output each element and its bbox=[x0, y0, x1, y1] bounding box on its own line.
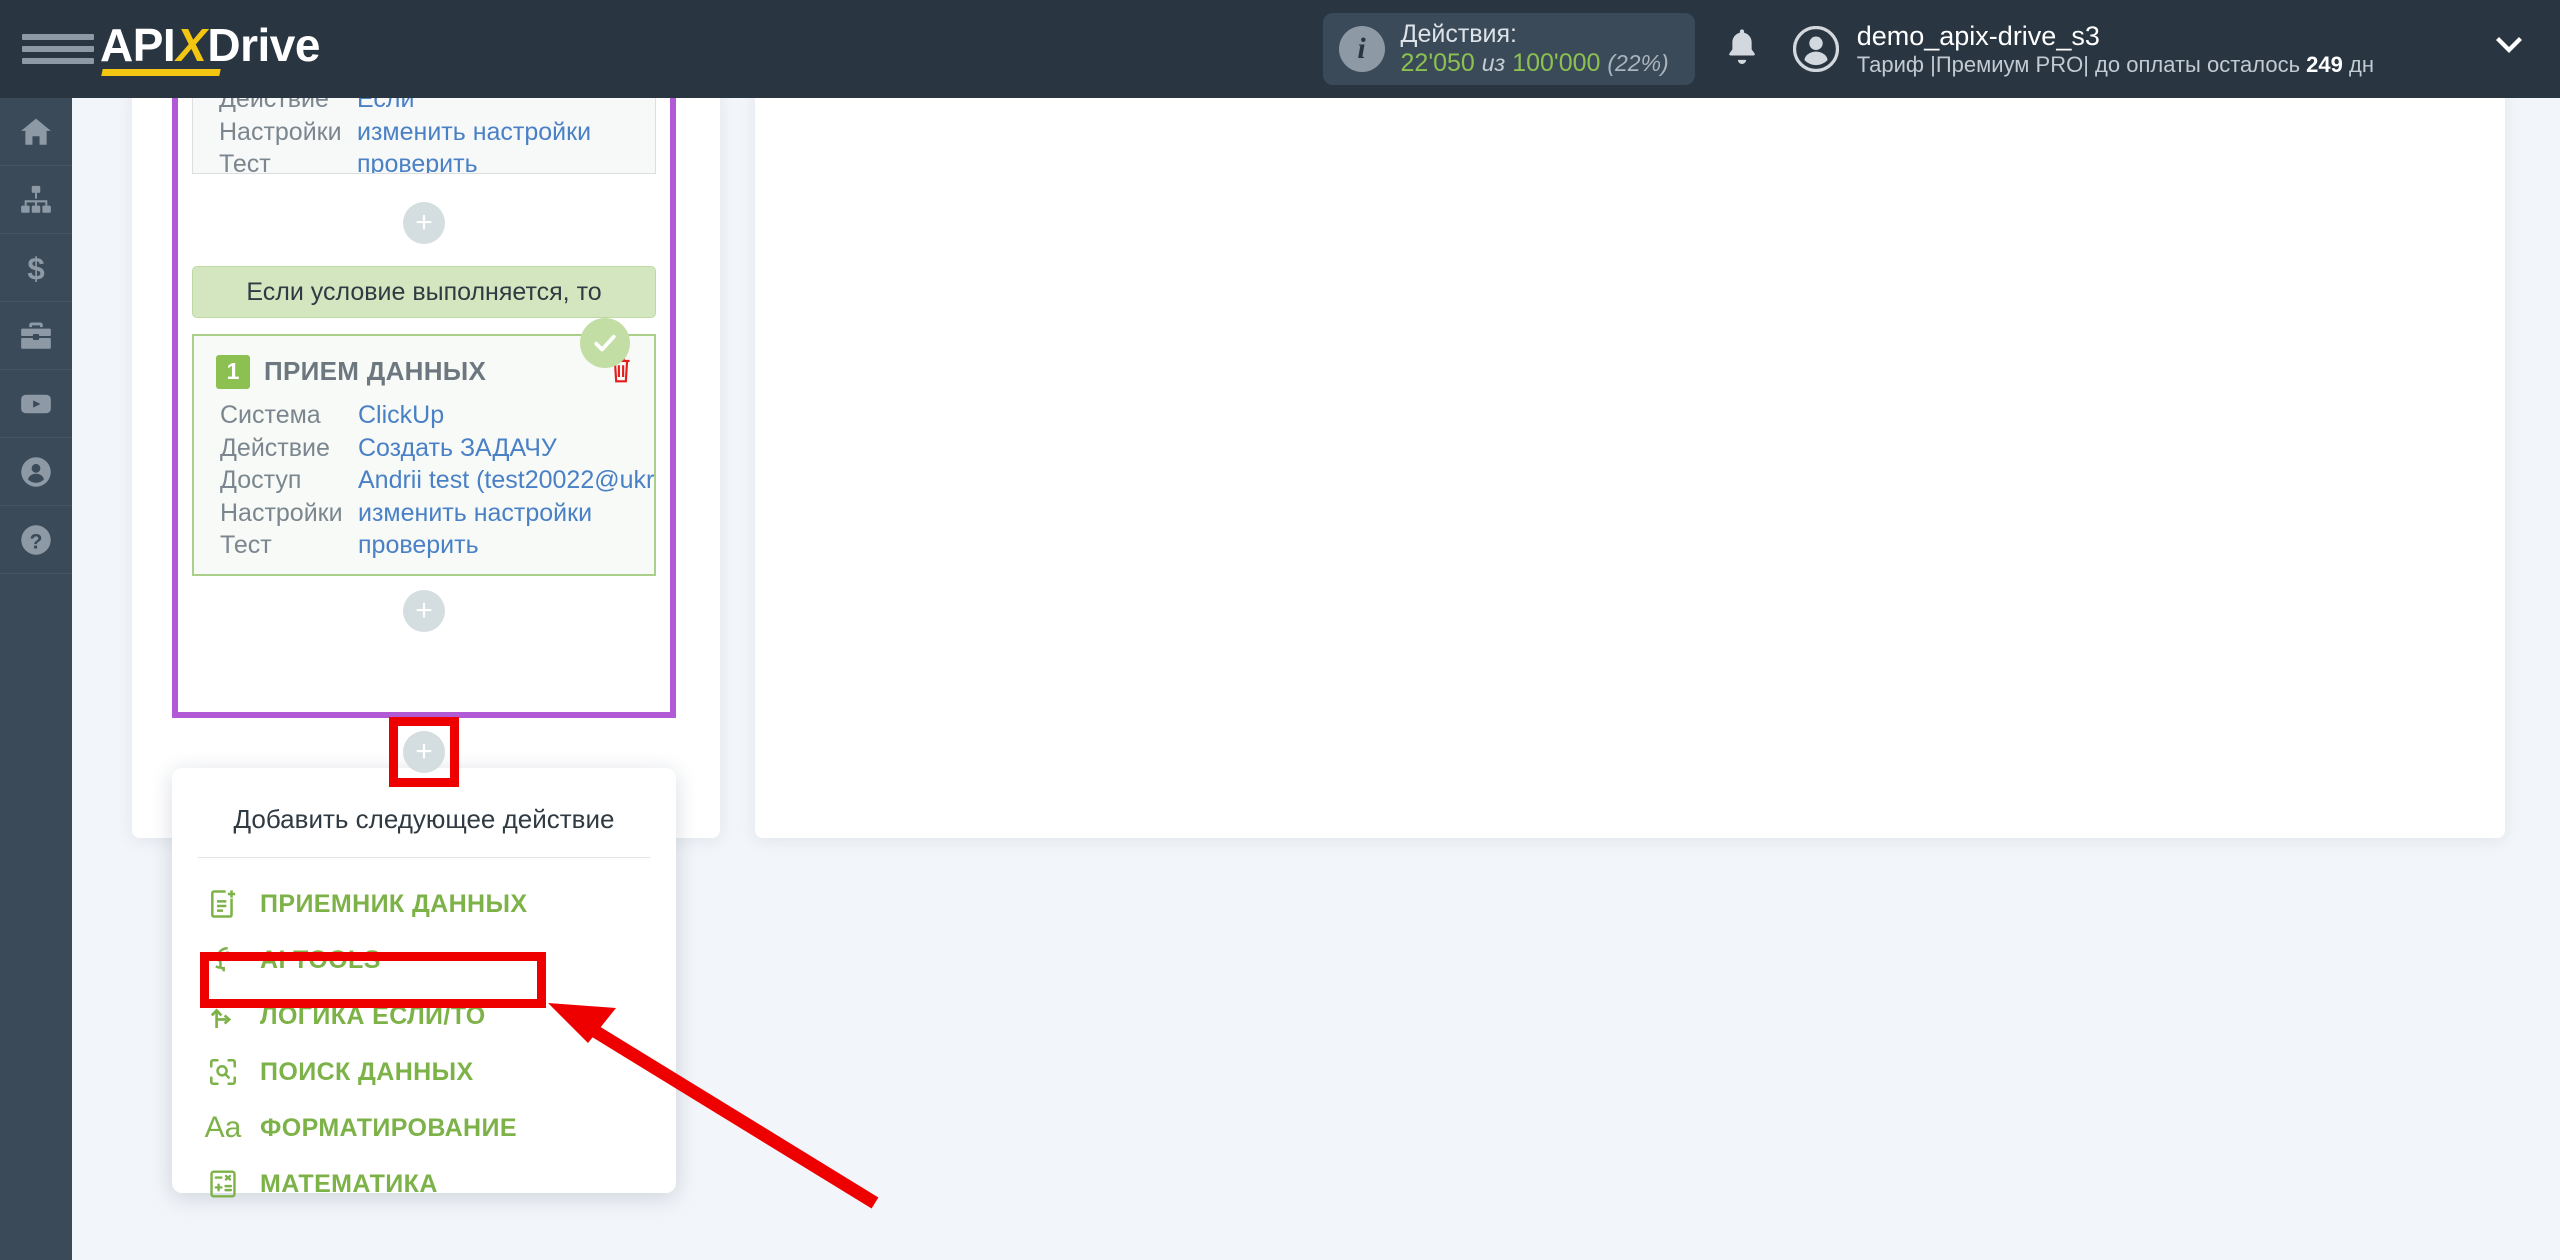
logo-part-1: API bbox=[100, 19, 176, 71]
top-bar: API X Drive i Действия: 22'050 из 100'000 … bbox=[0, 0, 2560, 98]
search-scan-icon bbox=[204, 1053, 242, 1091]
row-value[interactable]: проверить bbox=[357, 148, 478, 173]
annotation-highlight-plus bbox=[389, 717, 459, 787]
text-format-icon: Aa bbox=[204, 1111, 242, 1144]
dropdown-item-math[interactable]: МАТЕМАТИКА bbox=[172, 1156, 676, 1212]
calculator-icon bbox=[204, 1165, 242, 1203]
row-value[interactable]: Создать ЗАДАЧУ bbox=[358, 432, 557, 465]
row-key: Настройки bbox=[219, 117, 342, 146]
info-icon: i bbox=[1338, 26, 1385, 72]
actions-total: 100'000 bbox=[1512, 49, 1601, 77]
user-account-block[interactable]: demo_apix-drive_s3 Тариф |Премиум PRO| д… bbox=[1792, 20, 2374, 79]
user-plan-prefix: Тариф |Премиум PRO| до оплаты осталось bbox=[1856, 52, 2307, 77]
condition-label-bar: Если условие выполняется, то bbox=[192, 266, 656, 318]
user-plan-days: 249 bbox=[2306, 52, 2343, 77]
if-branch-container: Действие Если Настройки изменить настрой… bbox=[172, 62, 676, 718]
step-number-badge: 1 bbox=[216, 354, 250, 389]
table-row: Тест проверить bbox=[219, 148, 655, 174]
top-bar-right: i Действия: 22'050 из 100'000 (22%) demo… bbox=[1322, 0, 2560, 98]
sidebar-item-video[interactable] bbox=[0, 370, 72, 438]
plus-icon[interactable]: + bbox=[403, 202, 445, 244]
sidebar-item-billing[interactable]: $ bbox=[0, 234, 72, 302]
sidebar-item-home[interactable] bbox=[0, 98, 72, 166]
help-icon: ? bbox=[21, 524, 51, 555]
svg-text:?: ? bbox=[30, 529, 43, 553]
dropdown-item-data-receiver[interactable]: ПРИЕМНИК ДАННЫХ bbox=[172, 876, 676, 932]
sitemap-icon bbox=[21, 185, 51, 213]
dropdown-item-formatting[interactable]: Aa ФОРМАТИРОВАНИЕ bbox=[172, 1100, 676, 1156]
home-icon bbox=[21, 118, 51, 145]
actions-separator: из bbox=[1481, 50, 1506, 76]
row-value[interactable]: проверить bbox=[358, 529, 479, 562]
add-step-button-1[interactable]: + bbox=[178, 202, 670, 244]
logo-part-2: Drive bbox=[207, 19, 320, 71]
annotation-highlight-logic-item bbox=[200, 952, 546, 1008]
dropdown-item-label: ПОИСК ДАННЫХ bbox=[260, 1057, 474, 1086]
row-value[interactable]: изменить настройки bbox=[358, 497, 592, 530]
briefcase-icon bbox=[21, 322, 51, 349]
check-circle-icon bbox=[594, 334, 616, 352]
user-icon bbox=[21, 456, 51, 487]
settings-panel bbox=[755, 86, 2505, 838]
logo-underline bbox=[101, 69, 221, 76]
row-key: Настройки bbox=[220, 498, 343, 527]
row-key: Система bbox=[220, 401, 321, 429]
user-name: demo_apix-drive_s3 bbox=[1856, 20, 2100, 51]
actions-quota-text: Действия: 22'050 из 100'000 (22%) bbox=[1401, 20, 1669, 79]
sidebar-item-business[interactable] bbox=[0, 302, 72, 370]
row-value[interactable]: ClickUp bbox=[358, 399, 444, 432]
dropdown-item-label: ФОРМАТИРОВАНИЕ bbox=[260, 1113, 517, 1142]
actions-quota-values: 22'050 из 100'000 (22%) bbox=[1401, 49, 1669, 79]
receiver-step-card[interactable]: 1 ПРИЕМ ДАННЫХ Система ClickUp Действие … bbox=[192, 334, 656, 576]
user-text: demo_apix-drive_s3 Тариф |Премиум PRO| д… bbox=[1857, 20, 2374, 79]
row-key: Действие bbox=[220, 433, 330, 462]
row-key: Тест bbox=[220, 531, 272, 559]
table-row: Система ClickUp bbox=[220, 399, 654, 432]
actions-percent: (22%) bbox=[1607, 50, 1669, 76]
table-row: Действие Создать ЗАДАЧУ bbox=[220, 432, 654, 465]
condition-label-text: Если условие выполняется, то bbox=[246, 277, 602, 306]
left-sidebar: $ ? bbox=[0, 98, 72, 1260]
notification-bell-icon[interactable] bbox=[1725, 28, 1759, 71]
youtube-icon bbox=[21, 394, 51, 413]
dropdown-list: ПРИЕМНИК ДАННЫХ AI TOOLS ЛОГИКА ЕСЛИ/ТО … bbox=[172, 858, 676, 1212]
plus-icon[interactable]: + bbox=[403, 590, 445, 632]
dropdown-item-data-search[interactable]: ПОИСК ДАННЫХ bbox=[172, 1044, 676, 1100]
table-row: Настройки изменить настройки bbox=[219, 116, 655, 149]
apix-drive-logo[interactable]: API X Drive bbox=[100, 22, 320, 76]
svg-text:$: $ bbox=[27, 251, 44, 285]
user-plan-suffix: дн bbox=[2342, 52, 2374, 77]
actions-used: 22'050 bbox=[1400, 49, 1475, 77]
actions-quota-badge[interactable]: i Действия: 22'050 из 100'000 (22%) bbox=[1322, 13, 1695, 85]
dollar-icon: $ bbox=[27, 251, 44, 285]
row-key: Доступ bbox=[220, 466, 302, 494]
sidebar-item-account[interactable] bbox=[0, 438, 72, 506]
actions-quota-title: Действия: bbox=[1400, 19, 1517, 48]
logo-x: X bbox=[176, 19, 207, 71]
row-key: Тест bbox=[219, 150, 271, 174]
receiver-step-rows: Система ClickUp Действие Создать ЗАДАЧУ … bbox=[194, 391, 654, 576]
user-plan: Тариф |Премиум PRO| до оплаты осталось 2… bbox=[1857, 52, 2374, 78]
dropdown-item-label: МАТЕМАТИКА bbox=[260, 1169, 438, 1198]
row-value[interactable]: изменить настройки bbox=[357, 116, 591, 149]
receiver-card-title: ПРИЕМ ДАННЫХ bbox=[264, 356, 487, 386]
chevron-down-icon[interactable] bbox=[2494, 36, 2524, 62]
add-step-button-2[interactable]: + bbox=[178, 590, 670, 632]
table-row: Тест проверить bbox=[220, 529, 654, 562]
table-row: Настройки изменить настройки bbox=[220, 497, 654, 530]
row-value[interactable]: Andrii test (test20022@ukr bbox=[358, 464, 654, 497]
sidebar-item-connections[interactable] bbox=[0, 166, 72, 234]
avatar-icon bbox=[1792, 26, 1839, 72]
hamburger-icon[interactable] bbox=[22, 34, 94, 64]
dropdown-item-label: ПРИЕМНИК ДАННЫХ bbox=[260, 889, 528, 918]
document-add-icon bbox=[204, 885, 242, 923]
sidebar-item-help[interactable]: ? bbox=[0, 506, 72, 574]
table-row: Доступ Andrii test (test20022@ukr bbox=[220, 464, 654, 497]
status-badge bbox=[580, 318, 630, 368]
